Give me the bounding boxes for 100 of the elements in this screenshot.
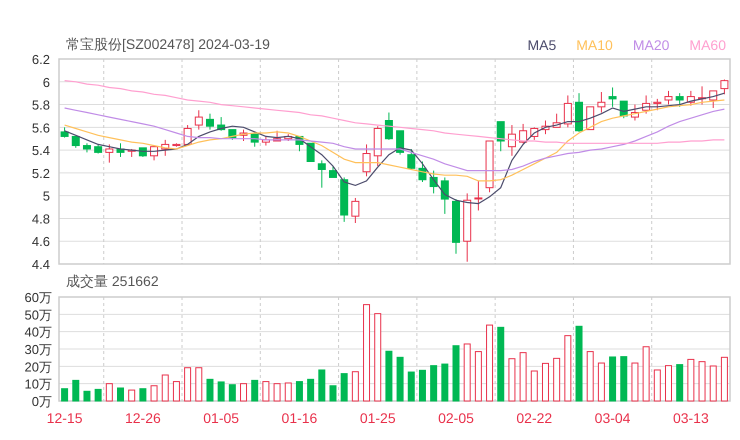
- volume-bar: [542, 362, 549, 402]
- legend-label: MA5: [527, 37, 556, 53]
- candlestick: [273, 130, 282, 142]
- axis-label: 0万: [32, 394, 52, 409]
- volume-bar: [106, 383, 113, 402]
- volume-bar: [274, 383, 281, 402]
- volume-bar: [162, 374, 169, 402]
- candlestick: [620, 100, 628, 119]
- volume-bar: [94, 388, 102, 402]
- candlestick: [105, 144, 114, 164]
- axis-label: 03-13: [672, 410, 709, 426]
- volume-bar: [318, 369, 326, 402]
- volume-bar: [251, 380, 258, 402]
- candlestick: [150, 145, 158, 161]
- candlestick: [184, 124, 192, 146]
- volume-bar: [631, 362, 638, 402]
- candlestick: [519, 123, 528, 144]
- volume-bar: [408, 372, 415, 402]
- candlestick: [217, 116, 226, 132]
- candlestick: [351, 197, 360, 224]
- volume-bar: [508, 358, 516, 402]
- candlestick: [664, 90, 672, 106]
- candlestick: [686, 90, 695, 106]
- volume-bar: [139, 388, 146, 402]
- axis-label: 02-22: [516, 410, 552, 426]
- volume-bar: [195, 367, 202, 402]
- volume-bar: [72, 380, 80, 402]
- volume-bar: [654, 369, 661, 402]
- candlestick: [496, 121, 505, 152]
- volume-bar: [698, 361, 706, 402]
- candlestick: [541, 120, 550, 135]
- candlestick: [384, 112, 393, 140]
- axis-label: 6: [42, 74, 50, 90]
- axis-label: 5: [42, 188, 50, 204]
- volume-bar: [598, 362, 605, 402]
- candlestick: [564, 94, 572, 128]
- candlestick: [430, 170, 438, 194]
- axis-label: 5.6: [32, 120, 50, 136]
- axis-label: 40万: [24, 324, 52, 340]
- axis-label: 12-15: [46, 410, 82, 426]
- candlestick: [452, 198, 460, 254]
- volume-bar: [307, 378, 314, 402]
- axis-label: 10万: [24, 376, 52, 392]
- axis-label: 60万: [24, 292, 52, 305]
- candlestick: [440, 176, 449, 214]
- candlestick: [128, 148, 136, 158]
- candlestick: [642, 94, 650, 114]
- axis-label: 5.8: [32, 98, 50, 113]
- candlestick: [206, 113, 214, 130]
- volume-bar: [642, 346, 650, 402]
- volume-bar: [218, 381, 225, 402]
- candlestick: [340, 176, 348, 222]
- candlestick: [630, 104, 639, 121]
- candlestick: [262, 136, 270, 146]
- candlestick: [653, 98, 662, 111]
- candlestick: [374, 126, 382, 167]
- candlestick: [295, 136, 304, 152]
- axis-label: 02-05: [438, 410, 474, 426]
- volume-bar: [620, 356, 628, 402]
- candlestick: [407, 148, 416, 170]
- candlestick: [284, 134, 292, 142]
- volume-bar: [340, 373, 348, 402]
- legend-label: MA60: [689, 37, 726, 53]
- legend-label: MA10: [576, 37, 613, 53]
- volume-bar: [385, 350, 392, 402]
- volume-bar: [206, 378, 214, 402]
- volume-title: 成交量 251662: [66, 273, 159, 291]
- candlestick: [575, 92, 584, 132]
- candlestick: [362, 144, 371, 177]
- volume-bar: [430, 365, 438, 402]
- candlestick: [418, 161, 426, 182]
- volume-bar: [441, 364, 448, 402]
- volume-bar: [720, 356, 728, 402]
- volume-bar: [262, 381, 270, 402]
- candlestick: [597, 92, 606, 114]
- axis-label: 4.6: [32, 234, 50, 250]
- candlestick: [250, 134, 259, 148]
- volume-bar: [687, 358, 694, 402]
- volume-bar: [452, 345, 460, 402]
- candlestick: [709, 90, 718, 108]
- candlestick: [194, 110, 203, 130]
- axis-label: 5.4: [32, 143, 50, 158]
- axis-label: 01-05: [203, 410, 240, 426]
- candlestick: [486, 140, 494, 193]
- volume-bar: [150, 385, 158, 402]
- volume-bar: [665, 365, 672, 402]
- volume-bar: [586, 351, 594, 402]
- chart-title: 常宝股份[SZ002478] 2024-03-19: [66, 36, 270, 54]
- axis-label: 50万: [24, 307, 52, 322]
- volume-bar: [564, 335, 572, 402]
- axis-label: 6.2: [32, 54, 50, 67]
- volume-bar: [352, 371, 359, 402]
- volume-bar: [117, 388, 124, 402]
- volume-bar: [464, 343, 471, 402]
- candlestick: [396, 130, 404, 156]
- candlestick: [60, 126, 69, 138]
- candlestick: [306, 142, 315, 162]
- volume-bar: [296, 381, 303, 402]
- volume-bar: [418, 370, 426, 402]
- candlestick: [116, 142, 124, 158]
